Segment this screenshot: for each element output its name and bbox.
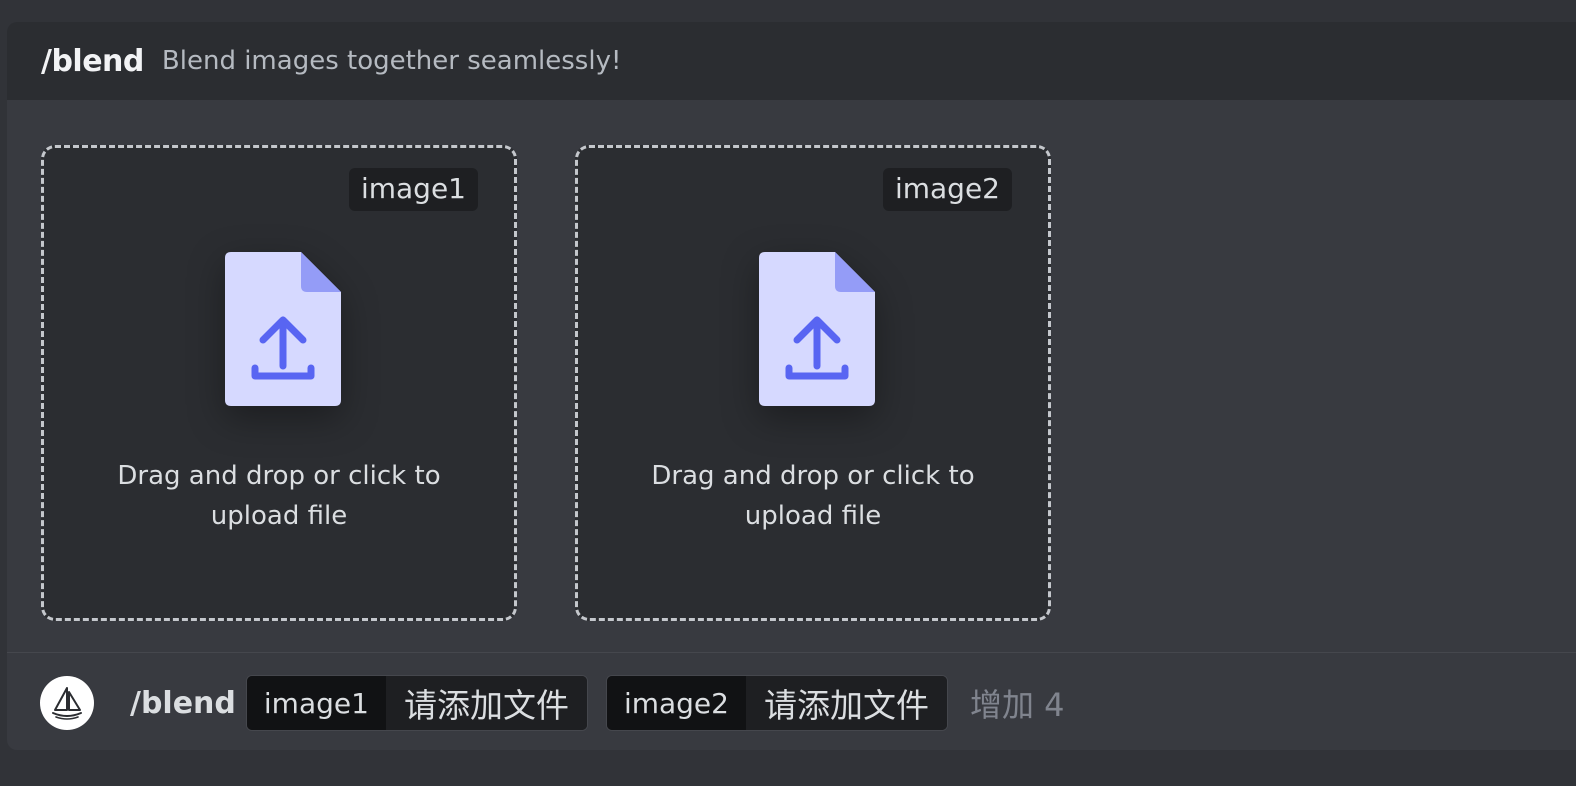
file-upload-icon [225,252,341,406]
command-name: /blend [130,685,236,721]
option-value: 请添加文件 [745,676,947,730]
more-options-button[interactable]: 增加 4 [970,680,1065,726]
dropzone-instructions: Drag and drop or click to upload file [578,456,1048,536]
option-name: image1 [246,676,386,730]
dropzone-text-line1: Drag and drop or click to [651,461,975,491]
dropzone-instructions: Drag and drop or click to upload file [44,456,514,536]
blend-command-panel: /blend Blend images together seamlessly!… [7,22,1576,750]
image1-dropzone[interactable]: image1 Drag and drop or click to upload … [41,145,517,621]
dropzone-text-line2: upload file [744,501,882,531]
option-value: 请添加文件 [385,676,587,730]
option-name: image2 [606,676,746,730]
bot-avatar[interactable] [40,676,94,730]
dropzone-text-line1: Drag and drop or click to [117,461,441,491]
command-title: /blend [41,43,144,79]
command-description: Blend images together seamlessly! [161,46,622,76]
image2-dropzone[interactable]: image2 Drag and drop or click to upload … [575,145,1051,621]
dropzone-text-line2: upload file [210,501,348,531]
dropzone-tag: image1 [348,168,478,211]
command-header: /blend Blend images together seamlessly! [7,22,1576,100]
option-chip-image1[interactable]: image1 请添加文件 [245,675,588,731]
file-upload-icon [759,252,875,406]
dropzone-tag: image2 [882,168,1012,211]
sailboat-icon [52,687,82,720]
option-chip-image2[interactable]: image2 请添加文件 [605,675,948,731]
command-input-row: /blend image1 请添加文件 image2 请添加文件 增加 4 [40,675,1065,731]
divider [7,652,1576,653]
